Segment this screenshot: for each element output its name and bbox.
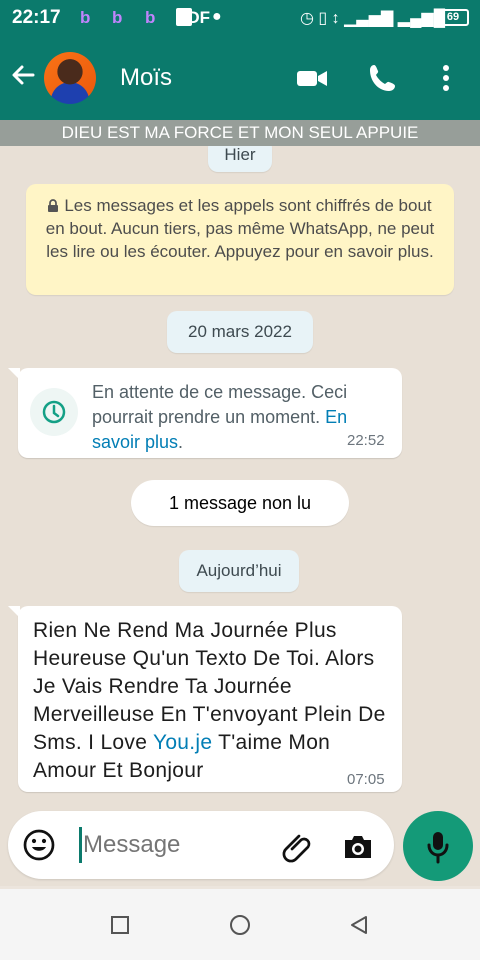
message-link[interactable]: You.je (153, 731, 212, 754)
emoji-icon[interactable] (23, 829, 55, 861)
contact-name[interactable]: Moïs (120, 64, 172, 92)
message-composer (8, 811, 394, 879)
camera-icon[interactable] (340, 829, 376, 865)
clock-background (30, 388, 78, 436)
notification-app-icon: b (80, 8, 91, 27)
waiting-message-copy: En attente de ce message. Ceci pourrait … (92, 382, 348, 427)
phone-icon[interactable] (367, 62, 399, 94)
waiting-message-text: En attente de ce message. Ceci pourrait … (92, 380, 384, 455)
unread-messages-separator: 1 message non lu (131, 480, 349, 526)
voice-message-button[interactable] (403, 811, 473, 881)
date-separator-today: Aujourd’hui (179, 550, 299, 592)
avatar[interactable] (44, 52, 96, 104)
encryption-notice[interactable]: Les messages et les appels sont chiffrés… (26, 184, 454, 295)
message-input[interactable] (83, 825, 263, 865)
battery-icon: 69 (437, 9, 469, 26)
date-separator-20-march: 20 mars 2022 (167, 311, 313, 353)
incoming-message-bubble[interactable]: Rien Ne Rend Ma Journée Plus Heureuse Qu… (8, 606, 402, 792)
microphone-icon (427, 832, 449, 864)
message-time: 07:05 (347, 771, 385, 788)
status-icons: ◷ ▯ ↕ ▁▃▅▇ ▂▄▆█ (300, 10, 446, 27)
more-icon[interactable] (432, 62, 460, 94)
text-cursor (79, 827, 82, 863)
waiting-message-period: . (178, 432, 184, 452)
pdf-notification-icon: PDF (176, 8, 210, 27)
date-separator-yesterday: Hier (208, 146, 272, 172)
status-bar: 22:17 b b b PDF ● ◷ ▯ ↕ ▁▃▅▇ ▂▄▆█ 69 (0, 0, 480, 36)
encryption-notice-text: Les messages et les appels sont chiffrés… (45, 196, 435, 261)
waiting-message-bubble[interactable]: En attente de ce message. Ceci pourrait … (8, 368, 402, 458)
chat-area[interactable]: Hier Les messages et les appels sont chi… (0, 146, 480, 886)
back-arrow-icon[interactable] (8, 60, 38, 90)
lock-icon (48, 199, 59, 212)
notification-app-icon: b (145, 8, 156, 27)
notification-app-icon: b (112, 8, 123, 27)
clock-icon (42, 400, 66, 424)
home-icon[interactable] (228, 913, 252, 937)
chat-header: Moïs (0, 36, 480, 120)
video-icon[interactable] (296, 62, 328, 94)
more-notifications-dot: ● (212, 8, 222, 25)
status-time: 22:17 (12, 7, 61, 28)
message-text: Rien Ne Rend Ma Journée Plus Heureuse Qu… (33, 617, 393, 785)
status-banner: DIEU EST MA FORCE ET MON SEUL APPUIE (0, 120, 480, 146)
attachment-icon[interactable] (279, 829, 315, 865)
message-time: 22:52 (347, 432, 385, 449)
android-navigation-bar (0, 889, 480, 960)
recent-apps-icon[interactable] (108, 913, 132, 937)
back-icon[interactable] (347, 913, 371, 937)
